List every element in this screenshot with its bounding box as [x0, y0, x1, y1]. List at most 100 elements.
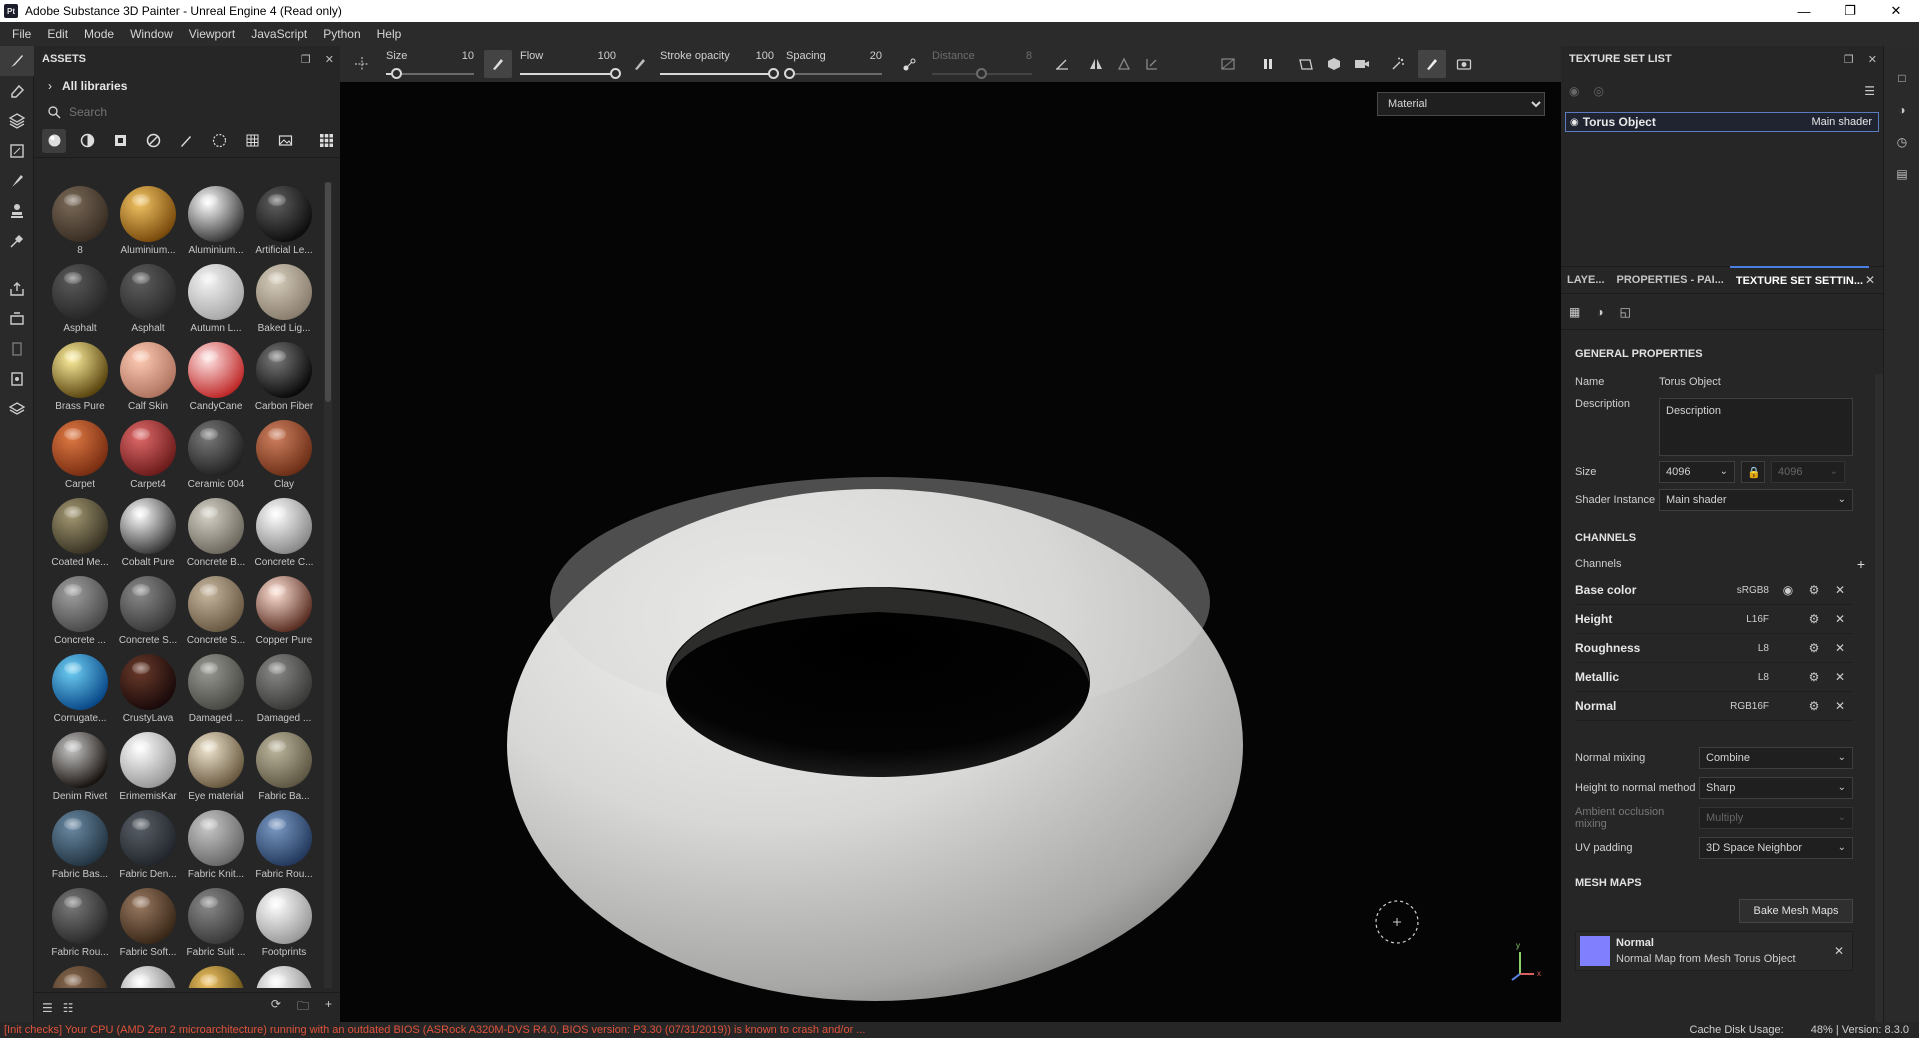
2d-view-button[interactable]	[1292, 50, 1320, 78]
stroke-opacity-handle[interactable]	[768, 68, 779, 79]
spacing-slider[interactable]: Spacing 20	[783, 46, 882, 82]
undock-icon[interactable]: ❐	[301, 53, 311, 66]
channel-format[interactable]: L8	[1719, 643, 1769, 654]
asset-thumbnail[interactable]: Footprints	[250, 884, 318, 962]
asset-thumbnail[interactable]: 8	[46, 182, 114, 260]
viewport-mode-select[interactable]: Material	[1377, 92, 1545, 116]
hide-ui-toggle[interactable]	[1214, 50, 1242, 78]
remove-mesh-map-icon[interactable]: ✕	[1834, 944, 1844, 958]
restore-button[interactable]: ❐	[1827, 0, 1873, 22]
size-slider[interactable]: Size 10	[386, 46, 474, 82]
color-profile-icon[interactable]: ◉	[1775, 583, 1801, 597]
shader-settings-icon[interactable]: ◑	[1884, 94, 1919, 126]
transform-toggle[interactable]	[1138, 50, 1166, 78]
asset-thumbnail[interactable]: Concrete S...	[114, 572, 182, 650]
eraser-tool[interactable]	[0, 76, 34, 106]
gear-icon[interactable]: ⚙	[1801, 641, 1827, 655]
filter-textures[interactable]	[240, 129, 264, 153]
flow-slider-handle[interactable]	[610, 68, 621, 79]
folder-icon[interactable]: 🗀	[297, 997, 309, 1018]
visibility-icon[interactable]: ◎	[1593, 84, 1603, 98]
texture-set-settings-icon[interactable]: ▦	[1569, 305, 1580, 319]
remove-channel-icon[interactable]: ✕	[1827, 612, 1853, 626]
channel-format[interactable]: RGB16F	[1719, 701, 1769, 712]
menu-python[interactable]: Python	[315, 22, 368, 46]
gear-icon[interactable]: ⚙	[1801, 612, 1827, 626]
asset-thumbnail[interactable]: Concrete S...	[182, 572, 250, 650]
asset-thumbnail[interactable]: Carbon Fiber	[250, 338, 318, 416]
scene-tool[interactable]	[0, 394, 34, 424]
asset-thumbnail[interactable]: Carpet4	[114, 416, 182, 494]
shader-ball-icon[interactable]: ◑	[1596, 305, 1603, 319]
3d-view-button[interactable]	[1320, 50, 1348, 78]
description-field[interactable]: Description	[1659, 398, 1853, 456]
asset-thumbnail[interactable]: Autumn L...	[182, 260, 250, 338]
channel-row[interactable]: Base color sRGB8 ◉ ⚙ ✕	[1575, 576, 1853, 605]
flow-slider[interactable]: Flow 100	[520, 46, 621, 82]
3d-viewport[interactable]: x y Material	[340, 82, 1561, 1022]
pause-button[interactable]	[1254, 50, 1282, 78]
asset-thumbnail[interactable]: Coated Me...	[46, 494, 114, 572]
asset-thumbnail[interactable]	[250, 962, 318, 988]
menu-javascript[interactable]: JavaScript	[243, 22, 315, 46]
channel-format[interactable]: L8	[1719, 672, 1769, 683]
name-value[interactable]: Torus Object	[1659, 376, 1721, 388]
menu-list-icon[interactable]: ☰	[1864, 84, 1875, 98]
asset-thumbnail[interactable]: Fabric Ba...	[250, 728, 318, 806]
asset-thumbnail[interactable]: Aluminium...	[182, 182, 250, 260]
list-view-icon[interactable]: ☰	[42, 1001, 53, 1015]
filter-smart-materials[interactable]	[75, 129, 99, 153]
view-mode-grid[interactable]	[314, 129, 338, 153]
symmetry-toggle[interactable]	[348, 50, 376, 78]
color-picker-tool[interactable]	[0, 226, 34, 256]
gear-icon[interactable]: ⚙	[1801, 699, 1827, 713]
clone-tool[interactable]	[0, 196, 34, 226]
chat-icon[interactable]: □	[1884, 62, 1919, 94]
asset-thumbnail[interactable]: Cobalt Pure	[114, 494, 182, 572]
uv-tool[interactable]	[0, 334, 34, 364]
asset-thumbnail[interactable]: Ceramic 004	[182, 416, 250, 494]
undock-icon[interactable]: ❐	[1844, 53, 1854, 66]
asset-thumbnail[interactable]: Concrete ...	[46, 572, 114, 650]
asset-thumbnail[interactable]: Concrete B...	[182, 494, 250, 572]
stroke-opacity-slider[interactable]: Stroke opacity 100	[660, 46, 779, 82]
paint-mode-button[interactable]	[1418, 50, 1446, 78]
remove-channel-icon[interactable]: ✕	[1827, 699, 1853, 713]
mirror-copy-toggle[interactable]	[1110, 50, 1138, 78]
search-input[interactable]	[69, 105, 269, 119]
mirror-toggle[interactable]	[1082, 50, 1110, 78]
channel-row[interactable]: Roughness L8 ⚙ ✕	[1575, 634, 1853, 663]
remove-channel-icon[interactable]: ✕	[1827, 670, 1853, 684]
asset-thumbnail[interactable]	[114, 962, 182, 988]
asset-thumbnail[interactable]: Aluminium...	[114, 182, 182, 260]
size-pen-pressure[interactable]	[484, 50, 512, 78]
channel-format[interactable]: L16F	[1719, 614, 1769, 625]
shader-instance-select[interactable]: Main shader ⌄	[1659, 489, 1853, 511]
normal-mixing-select[interactable]: Combine ⌄	[1699, 747, 1853, 769]
properties-scrollbar[interactable]	[1875, 374, 1883, 1034]
tab-texture-set-settings[interactable]: TEXTURE SET SETTIN...	[1729, 266, 1869, 294]
asset-thumbnail[interactable]: Fabric Bas...	[46, 806, 114, 884]
asset-thumbnail[interactable]: Fabric Den...	[114, 806, 182, 884]
spacing-handle[interactable]	[783, 68, 795, 79]
asset-thumbnail[interactable]: Calf Skin	[114, 338, 182, 416]
menu-mode[interactable]: Mode	[76, 22, 122, 46]
bake-mesh-maps-button[interactable]: Bake Mesh Maps	[1739, 899, 1853, 923]
mesh-map-item[interactable]: Normal Normal Map from Mesh Torus Object…	[1575, 931, 1853, 971]
bake-tool[interactable]	[0, 304, 34, 334]
filter-generators[interactable]	[141, 129, 165, 153]
gear-icon[interactable]: ⚙	[1801, 670, 1827, 684]
asset-thumbnail[interactable]	[46, 962, 114, 988]
asset-thumbnail[interactable]: Eye material	[182, 728, 250, 806]
log-icon[interactable]: ▤	[1884, 158, 1919, 190]
asset-thumbnail[interactable]: Fabric Soft...	[114, 884, 182, 962]
channel-format[interactable]: sRGB8	[1719, 585, 1769, 596]
minimize-button[interactable]: —	[1781, 0, 1827, 22]
asset-thumbnail[interactable]: Artificial Le...	[250, 182, 318, 260]
remove-channel-icon[interactable]: ✕	[1827, 583, 1853, 597]
tab-properties-paint[interactable]: PROPERTIES - PAI...	[1611, 266, 1730, 294]
scrollbar-thumb[interactable]	[325, 182, 331, 402]
size-slider-handle[interactable]	[390, 68, 402, 79]
close-window-button[interactable]: ✕	[1873, 0, 1919, 22]
asset-thumbnail[interactable]: Fabric Knit...	[182, 806, 250, 884]
